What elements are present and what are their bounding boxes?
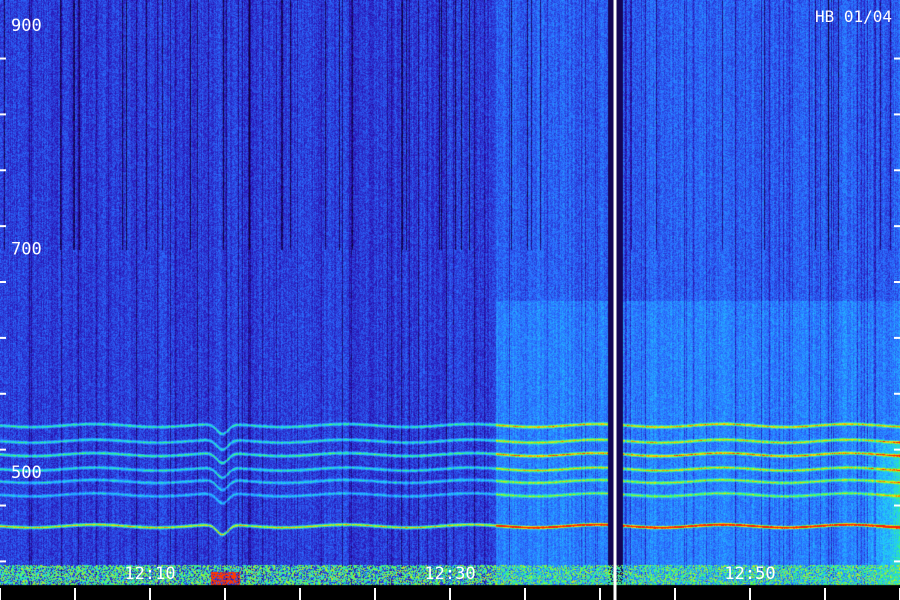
y-axis-left: 900 700 500	[0, 16, 42, 563]
x-tick-label: 12:10	[124, 564, 175, 584]
y-tick-label: 500	[11, 463, 42, 483]
chart-overlay: 900 700 500 12:10 12:30 12:50 HB 01/04	[0, 0, 900, 600]
x-tick-label: 12:50	[724, 564, 775, 584]
y-tick-label: 700	[11, 240, 42, 260]
x-axis: 12:10 12:30 12:50	[0, 564, 900, 600]
y-axis-right	[894, 57, 900, 563]
x-tick-label: 12:30	[424, 564, 475, 584]
chart-title: HB 01/04	[815, 7, 892, 26]
y-tick-label: 900	[11, 16, 42, 36]
